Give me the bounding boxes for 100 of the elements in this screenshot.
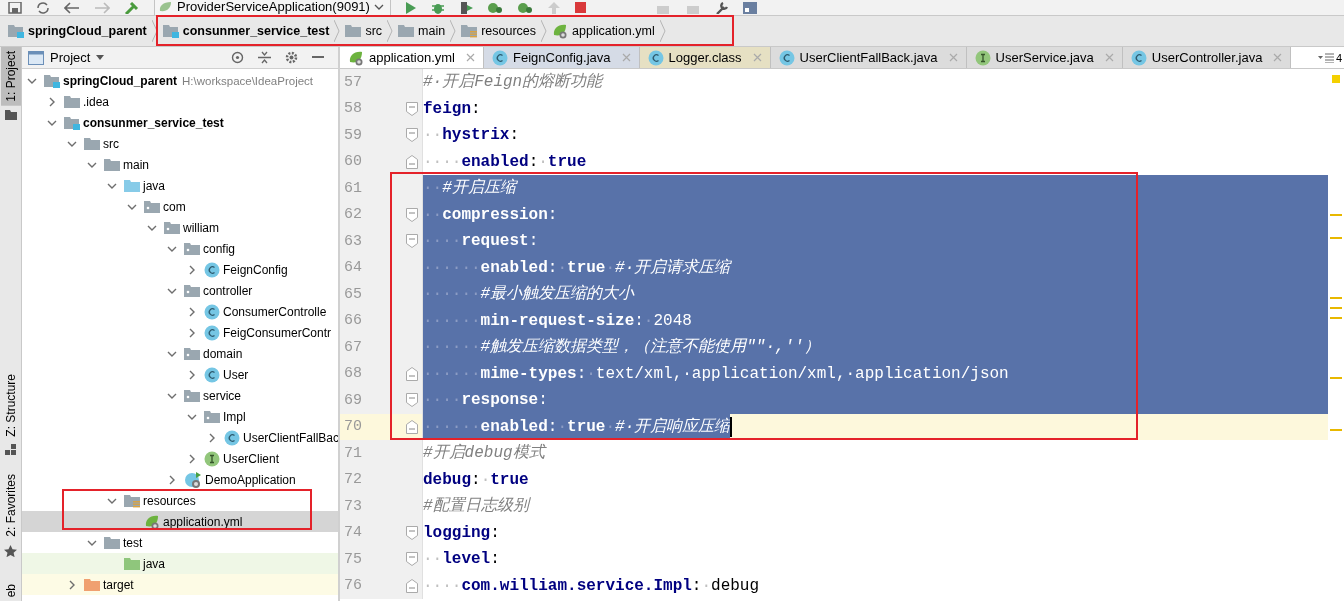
fold-icon[interactable] [406,154,418,169]
tree-item[interactable]: springCloud_parent H:\workspace\IdeaProject [22,70,338,91]
chevron-down-icon[interactable] [187,413,197,420]
tree-item[interactable]: ConsumerControlle [22,301,338,322]
fold-icon[interactable] [406,366,418,381]
tree-item[interactable]: User [22,364,338,385]
tree-item[interactable]: main [22,154,338,175]
tree-item[interactable]: java [22,553,338,574]
chevron-down-icon[interactable] [127,203,137,210]
breadcrumb-item[interactable]: application.yml [552,23,655,39]
tree-item[interactable]: com [22,196,338,217]
breadcrumb-item[interactable]: src [345,24,383,38]
fold-icon[interactable] [406,393,418,408]
editor-tab[interactable]: Logger.class [639,47,771,68]
panel-title[interactable]: Project [50,50,91,65]
chevron-down-icon[interactable] [87,539,97,546]
chevron-right-icon[interactable] [189,369,195,380]
save-icon[interactable] [8,1,22,14]
breadcrumb-item[interactable]: resources [461,24,537,38]
fold-icon[interactable] [406,234,418,249]
breadcrumb-item[interactable]: consunmer_service_test [162,24,330,38]
chevron-down-icon[interactable] [167,350,177,357]
fold-icon[interactable] [406,101,418,116]
folder-icon [345,24,362,38]
close-icon[interactable] [466,53,475,62]
hammer-icon[interactable] [124,1,140,14]
folder-icon [184,283,200,298]
breadcrumb-item[interactable]: springCloud_parent [8,24,147,38]
crosshair-icon[interactable] [231,51,244,64]
fold-icon[interactable] [406,419,418,434]
tree-item[interactable]: resources [22,490,338,511]
chevron-right-icon[interactable] [209,432,215,443]
chevron-down-icon[interactable] [167,287,177,294]
tool-window-tab[interactable]: Z: Structure [0,369,21,441]
fold-icon[interactable] [406,207,418,222]
chevron-down-icon[interactable] [47,119,57,126]
tree-item[interactable]: DemoApplication [22,469,338,490]
chevron-down-icon[interactable] [27,77,37,84]
tree-item[interactable]: domain [22,343,338,364]
chevron-right-icon[interactable] [69,579,75,590]
tool-window-tab[interactable]: eb [0,579,21,601]
settings-icon[interactable] [285,51,298,64]
run-config-dropdown[interactable]: ProviderServiceApplication(9091) [154,0,391,15]
folder-icon [124,556,140,571]
tab-list-icon[interactable] [1317,52,1334,63]
chevron-right-icon[interactable] [189,453,195,464]
tree-item[interactable]: target [22,574,338,595]
tree-item[interactable]: service [22,385,338,406]
folder-icon [184,241,200,256]
chevron-down-icon[interactable] [67,140,77,147]
separator-chevron-icon [450,20,457,42]
stop-icon[interactable] [574,1,587,14]
tree-item[interactable]: src [22,133,338,154]
tree-item[interactable]: william [22,217,338,238]
tree-item[interactable]: UserClientFallBac [22,427,338,448]
wrench-icon[interactable] [714,1,729,14]
chevron-right-icon[interactable] [189,306,195,317]
separator-chevron-icon [659,20,666,42]
collapse-all-icon[interactable] [258,51,271,64]
debug-icon[interactable] [430,1,445,14]
breadcrumb-item[interactable]: main [398,24,446,38]
sync-icon[interactable] [36,1,50,14]
chevron-down-icon[interactable] [87,161,97,168]
tree-item[interactable]: .idea [22,91,338,112]
back-arrow-icon[interactable] [64,1,80,14]
fold-icon[interactable] [406,552,418,567]
chevron-right-icon[interactable] [189,264,195,275]
coverage-icon[interactable] [458,1,473,14]
editor-tab[interactable]: FeignConfig.java [484,47,640,68]
minimize-icon[interactable] [312,56,324,59]
chevron-right-icon[interactable] [49,96,55,107]
tree-item[interactable]: config [22,238,338,259]
fold-icon[interactable] [406,578,418,593]
class-icon [1130,49,1147,66]
chevron-down-icon[interactable] [167,245,177,252]
fold-icon[interactable] [406,128,418,143]
tree-item[interactable]: FeigConsumerContr [22,322,338,343]
chevron-down-icon[interactable] [107,182,117,189]
tree-item[interactable]: consunmer_service_test [22,112,338,133]
tree-item[interactable]: FeignConfig [22,259,338,280]
profiler-icon[interactable] [486,1,503,14]
tool-window-tab[interactable]: 2: Favorites [0,470,21,542]
tree-item[interactable]: test [22,532,338,553]
interface-icon [974,49,991,66]
chevron-right-icon[interactable] [189,327,195,338]
profiler-icon[interactable] [516,1,533,14]
tree-item[interactable]: UserClient [22,448,338,469]
code-line: ··hystrix: [423,125,520,146]
chevron-right-icon[interactable] [169,474,175,485]
chevron-down-icon[interactable] [167,392,177,399]
tree-item[interactable]: java [22,175,338,196]
tree-item[interactable]: application.yml [22,511,338,532]
caret-icon[interactable] [96,55,105,60]
tree-item[interactable]: Impl [22,406,338,427]
tool-window-tab[interactable]: 1: Project [0,47,21,106]
chevron-down-icon[interactable] [147,224,157,231]
tree-item[interactable]: controller [22,280,338,301]
fold-icon[interactable] [406,525,418,540]
editor-tab[interactable]: application.yml [340,47,484,68]
chevron-down-icon[interactable] [107,497,117,504]
